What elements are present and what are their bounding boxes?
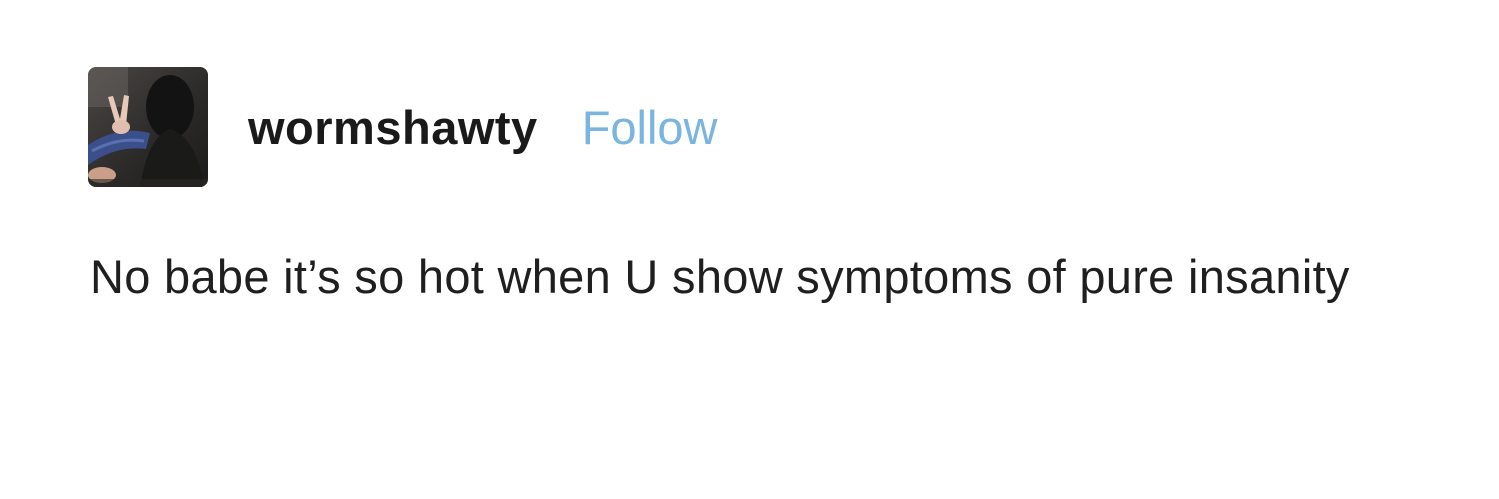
post-text: No babe it’s so hot when U show symptoms… xyxy=(90,250,1350,303)
avatar[interactable] xyxy=(88,67,208,187)
post-card: wormshawty Follow No babe it’s so hot wh… xyxy=(0,0,1499,499)
avatar-photo-icon xyxy=(88,67,208,187)
post-header: wormshawty Follow xyxy=(88,67,718,187)
follow-button[interactable]: Follow xyxy=(582,104,718,151)
username-link[interactable]: wormshawty xyxy=(248,104,538,151)
